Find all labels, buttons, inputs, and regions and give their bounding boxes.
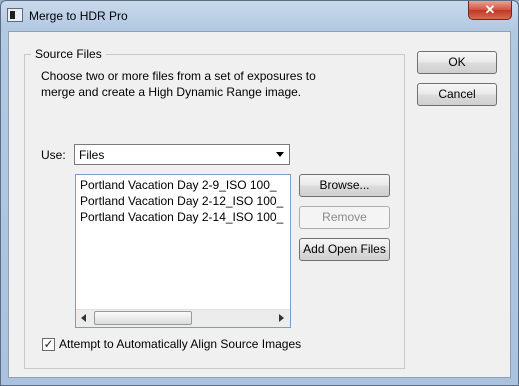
title-bar[interactable]: Merge to HDR Pro ✕	[1, 1, 518, 31]
dialog-body: Source Files Choose two or more files fr…	[8, 31, 511, 378]
align-checkbox-label[interactable]: Attempt to Automatically Align Source Im…	[59, 337, 301, 351]
source-files-legend: Source Files	[31, 47, 106, 61]
close-button[interactable]: ✕	[468, 1, 512, 20]
close-icon: ✕	[484, 2, 496, 17]
use-dropdown-value: Files	[79, 148, 105, 162]
hdr-app-icon	[7, 8, 23, 22]
dialog-window: Merge to HDR Pro ✕ Source Files Choose t…	[0, 0, 519, 386]
ok-button[interactable]: OK	[417, 51, 497, 74]
add-open-files-button[interactable]: Add Open Files	[299, 238, 390, 261]
chevron-down-icon[interactable]	[270, 145, 289, 164]
cancel-button[interactable]: Cancel	[417, 83, 497, 106]
description-line-2: merge and create a High Dynamic Range im…	[41, 85, 302, 99]
file-list[interactable]: Portland Vacation Day 2-9_ISO 100_ Portl…	[75, 174, 291, 328]
browse-button[interactable]: Browse...	[299, 174, 390, 197]
remove-button[interactable]: Remove	[299, 206, 390, 229]
list-item[interactable]: Portland Vacation Day 2-12_ISO 100_	[80, 194, 286, 208]
use-label: Use:	[41, 148, 66, 162]
description-line-1: Choose two or more files from a set of e…	[41, 69, 316, 83]
horizontal-scrollbar[interactable]	[76, 309, 290, 327]
list-item[interactable]: Portland Vacation Day 2-9_ISO 100_	[80, 178, 286, 192]
scroll-thumb[interactable]	[94, 311, 192, 325]
window-title: Merge to HDR Pro	[29, 9, 128, 23]
scroll-right-icon[interactable]	[273, 310, 290, 326]
source-files-description: Choose two or more files from a set of e…	[41, 68, 316, 100]
list-item[interactable]: Portland Vacation Day 2-14_ISO 100_	[80, 210, 286, 224]
use-dropdown[interactable]: Files	[74, 144, 290, 165]
checkmark-icon: ✓	[43, 337, 54, 351]
align-checkbox[interactable]: ✓	[42, 338, 55, 351]
scroll-left-icon[interactable]	[76, 310, 93, 326]
